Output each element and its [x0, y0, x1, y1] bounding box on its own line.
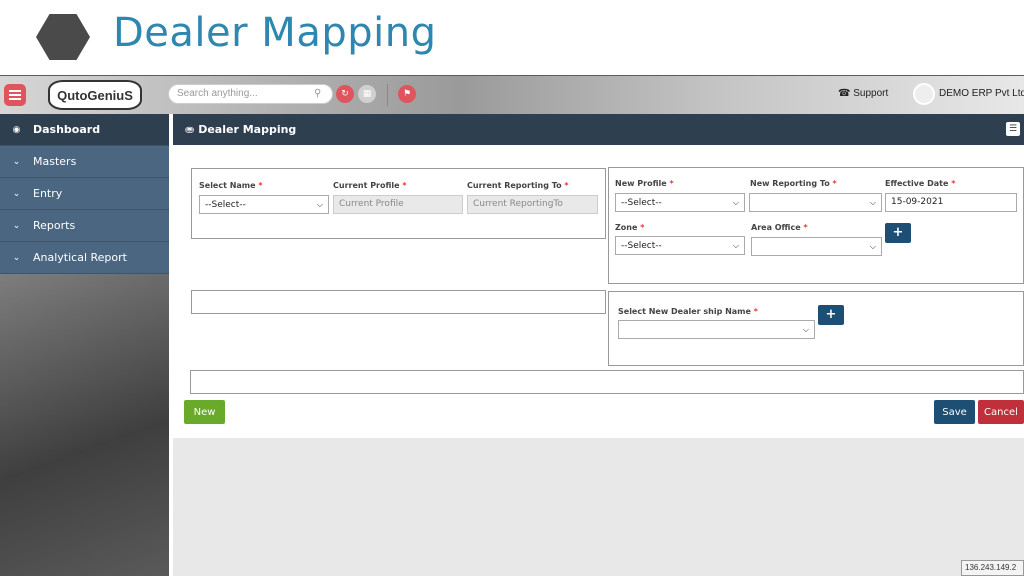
- dealer-name-label: Select New Dealer ship Name *: [618, 307, 758, 316]
- new-reporting-label: New Reporting To *: [750, 179, 837, 188]
- new-profile-dropdown[interactable]: --Select-- ⌵: [615, 193, 745, 212]
- summary-box: [190, 370, 1024, 394]
- support-link[interactable]: ☎ Support: [838, 88, 888, 99]
- add-area-office-button[interactable]: +: [885, 223, 911, 243]
- save-button[interactable]: Save: [934, 400, 975, 424]
- sidebar-nav: ◉ Dashboard ⌄ Masters ⌄ Entry ⌄ Reports …: [0, 114, 169, 274]
- search-input[interactable]: Search anything...: [168, 84, 333, 104]
- new-reporting-dropdown[interactable]: ⌵: [749, 193, 882, 212]
- hexagon-icon: [36, 14, 90, 60]
- search-icon[interactable]: ⚲: [314, 88, 321, 99]
- new-mapping-box: New Profile * --Select-- ⌵ New Reporting …: [608, 167, 1024, 284]
- chevron-down-icon: ⌄: [12, 188, 21, 199]
- sidebar-item-label: Reports: [33, 219, 76, 232]
- chevron-down-icon: ⌵: [802, 324, 809, 334]
- sidebar-item-dashboard[interactable]: ◉ Dashboard: [0, 114, 169, 146]
- toolbar-divider: [387, 84, 388, 106]
- new-button[interactable]: New: [184, 400, 225, 424]
- chevron-down-icon: ⌄: [12, 220, 21, 231]
- slide-header: Dealer Mapping: [0, 0, 1024, 75]
- sidebar-item-label: Analytical Report: [33, 251, 127, 264]
- chevron-down-icon: ⌵: [869, 197, 876, 207]
- area-office-dropdown[interactable]: ⌵: [751, 237, 882, 256]
- grid-icon[interactable]: ▦: [358, 85, 376, 103]
- main-content: ⛂ Dealer Mapping ☰ Select Name * --Selec…: [173, 114, 1024, 576]
- zone-dropdown[interactable]: --Select-- ⌵: [615, 236, 745, 255]
- phone-icon: ☎: [838, 88, 851, 99]
- dealer-mapping-panel: ⛂ Dealer Mapping ☰ Select Name * --Selec…: [173, 114, 1024, 438]
- top-bar: QutoGeniuS Search anything... ⚲ ↻ ▦ ⚑ ☎ …: [0, 76, 1024, 114]
- effective-date-label: Effective Date *: [885, 179, 956, 188]
- app-window: QutoGeniuS Search anything... ⚲ ↻ ▦ ⚑ ☎ …: [0, 75, 1024, 576]
- new-profile-label: New Profile *: [615, 179, 674, 188]
- share-icon[interactable]: ↻: [336, 85, 354, 103]
- ip-address: 136.243.149.2: [961, 560, 1024, 576]
- current-profile-label: Current Profile *: [333, 181, 407, 190]
- company-name[interactable]: DEMO ERP Pvt Ltd: [939, 88, 1024, 99]
- sidebar-item-entry[interactable]: ⌄ Entry: [0, 178, 169, 210]
- effective-date-field[interactable]: 15-09-2021: [885, 193, 1017, 212]
- panel-header: ⛂ Dealer Mapping ☰: [173, 114, 1024, 145]
- dealer-name-dropdown[interactable]: ⌵: [618, 320, 815, 339]
- sidebar: ◉ Dashboard ⌄ Masters ⌄ Entry ⌄ Reports …: [0, 114, 169, 576]
- slide-title: Dealer Mapping: [113, 10, 437, 56]
- panel-title: Dealer Mapping: [198, 123, 297, 136]
- select-name-dropdown[interactable]: --Select-- ⌵: [199, 195, 329, 214]
- sidebar-item-label: Dashboard: [33, 123, 101, 136]
- dealer-select-box: Select New Dealer ship Name * ⌵ +: [608, 291, 1024, 366]
- dealer-list-box: [191, 290, 606, 314]
- list-icon[interactable]: ☰: [1006, 122, 1020, 136]
- sidebar-item-label: Masters: [33, 155, 77, 168]
- area-office-label: Area Office *: [751, 223, 808, 232]
- bell-icon[interactable]: ⚑: [398, 85, 416, 103]
- select-name-label: Select Name *: [199, 181, 263, 190]
- app-logo[interactable]: QutoGeniuS: [48, 80, 142, 110]
- chevron-down-icon: ⌵: [732, 240, 739, 250]
- current-profile-field: Current Profile: [333, 195, 463, 214]
- chevron-down-icon: ⌵: [316, 199, 323, 209]
- current-mapping-box: Select Name * --Select-- ⌵ Current Profil…: [191, 168, 606, 239]
- dashboard-icon: ◉: [12, 124, 21, 135]
- car-icon: ⛂: [185, 123, 195, 136]
- avatar[interactable]: [913, 83, 935, 105]
- chevron-down-icon: ⌄: [12, 252, 21, 263]
- chevron-down-icon: ⌵: [732, 197, 739, 207]
- zone-label: Zone *: [615, 223, 645, 232]
- menu-toggle-button[interactable]: [4, 84, 26, 106]
- support-label: Support: [853, 88, 889, 99]
- sidebar-item-analytical-report[interactable]: ⌄ Analytical Report: [0, 242, 169, 274]
- sidebar-item-masters[interactable]: ⌄ Masters: [0, 146, 169, 178]
- sidebar-item-reports[interactable]: ⌄ Reports: [0, 210, 169, 242]
- current-reporting-label: Current Reporting To *: [467, 181, 569, 190]
- chevron-down-icon: ⌄: [12, 156, 21, 167]
- add-dealer-button[interactable]: +: [818, 305, 844, 325]
- sidebar-item-label: Entry: [33, 187, 63, 200]
- current-reporting-field: Current ReportingTo: [467, 195, 598, 214]
- chevron-down-icon: ⌵: [869, 241, 876, 251]
- cancel-button[interactable]: Cancel: [978, 400, 1024, 424]
